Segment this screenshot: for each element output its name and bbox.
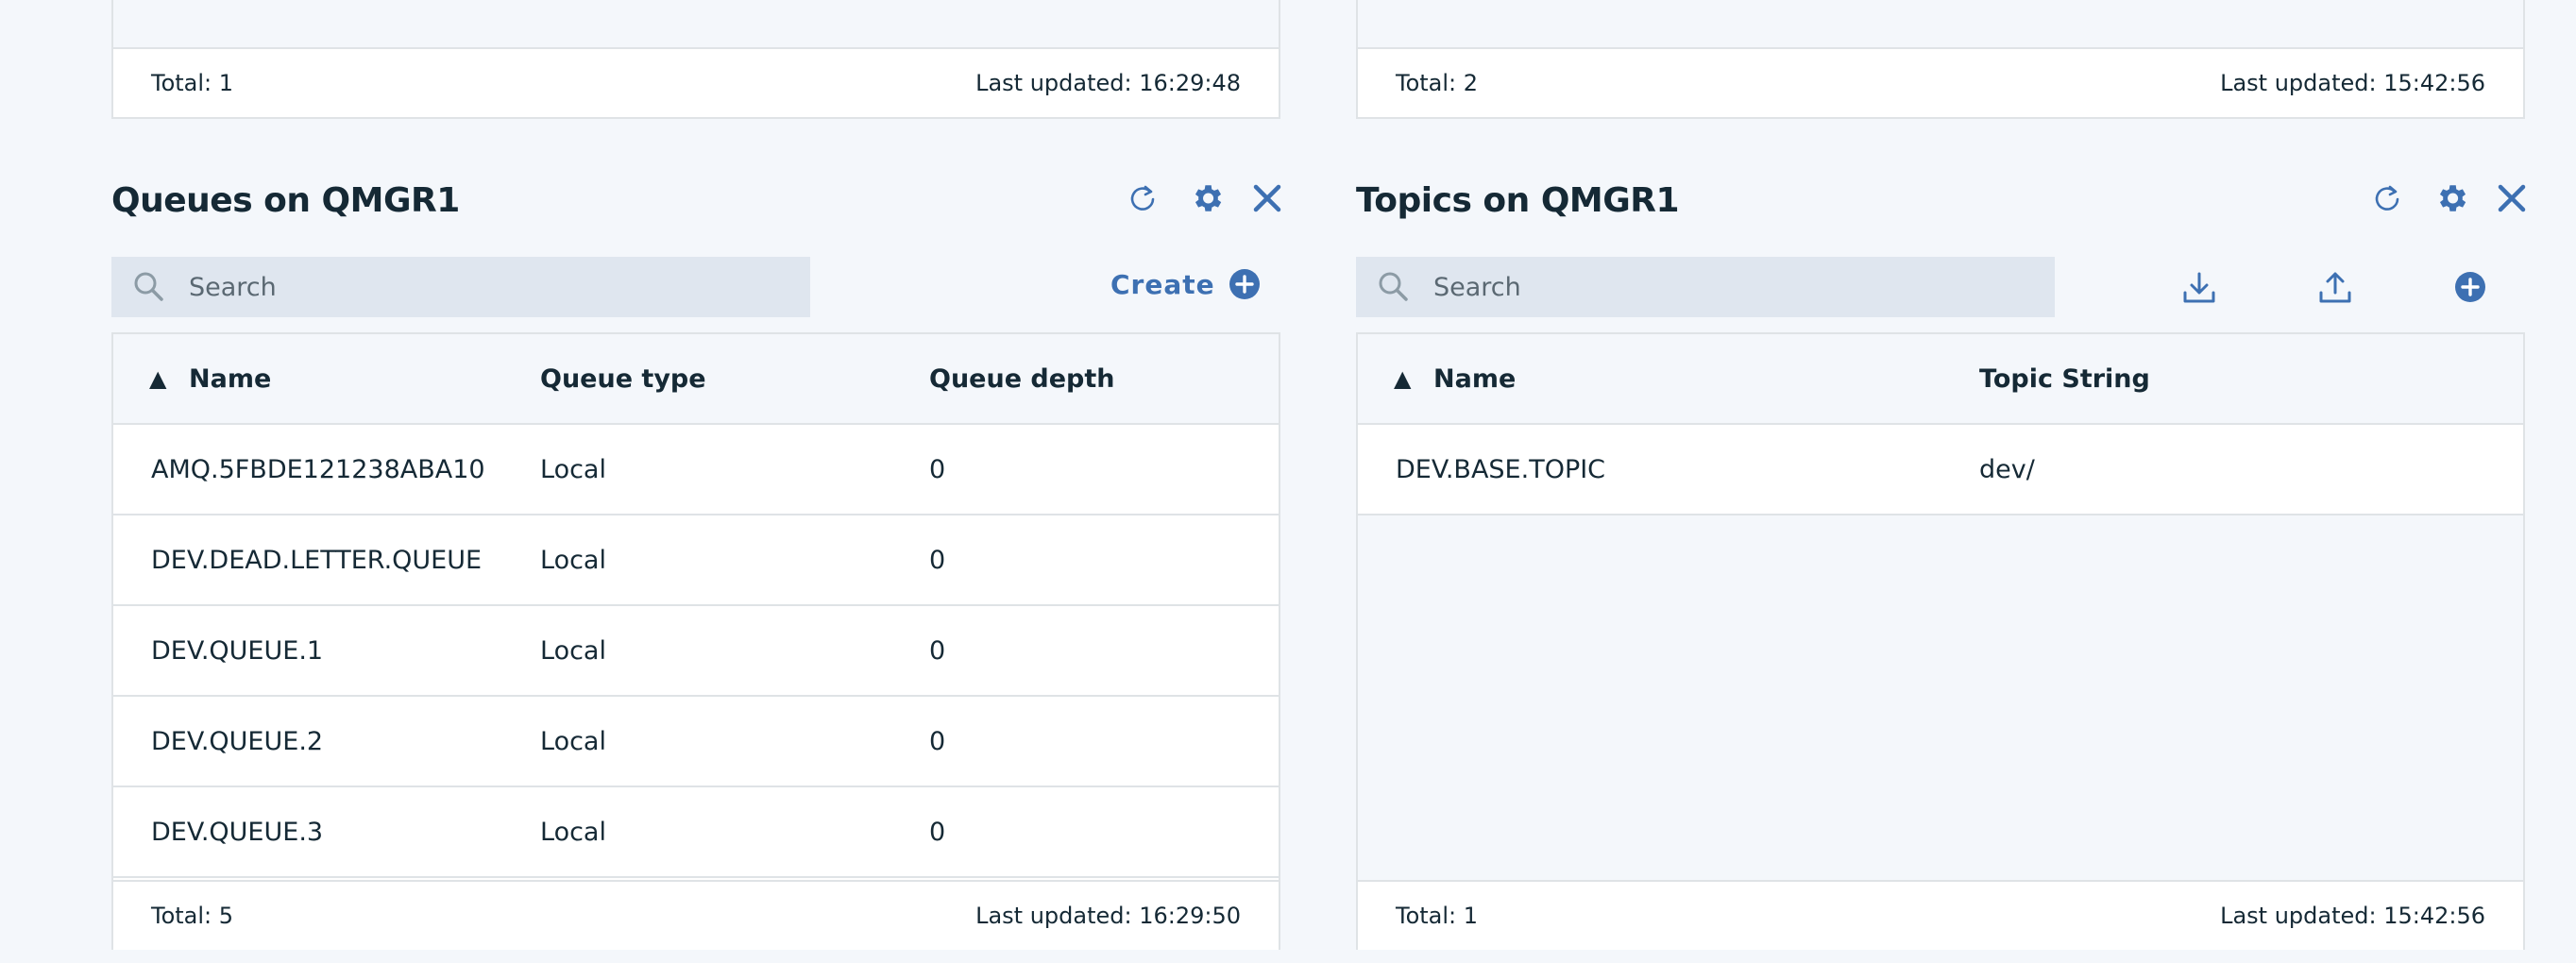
column-header-name[interactable]: Name (1433, 364, 1516, 394)
queue-name: DEV.QUEUE.1 (151, 635, 324, 666)
topic-string: dev/ (1979, 454, 2035, 484)
table-header: ▲ Name Topic String (1358, 334, 2523, 425)
queue-type: Local (540, 726, 606, 756)
topics-panel: Topics on QMGR1 Search ▲ Name Topic Stri… (1356, 170, 2526, 963)
queue-name: DEV.QUEUE.2 (151, 726, 324, 756)
last-updated: Last updated: 15:42:56 (2220, 903, 2485, 929)
table-row[interactable]: DEV.QUEUE.3 Local 0 (113, 787, 1279, 878)
refresh-icon (2375, 185, 2399, 211)
close-icon (2498, 184, 2526, 212)
total-count: Total: 2 (1396, 70, 1479, 96)
panel-footer: Total: 1 Last updated: 15:42:56 (1358, 880, 2523, 950)
queue-type: Local (540, 454, 606, 484)
column-header-topic-string[interactable]: Topic String (1979, 364, 2150, 394)
search-icon (1379, 272, 1408, 301)
queue-name: DEV.QUEUE.3 (151, 817, 324, 847)
close-button[interactable] (1246, 177, 1288, 219)
queue-depth: 0 (929, 635, 946, 666)
create-label: Create (1110, 268, 1215, 300)
table-row[interactable]: DEV.QUEUE.1 Local 0 (113, 606, 1279, 697)
table-body-empty (113, 0, 1279, 47)
table-body-empty (1358, 0, 2523, 47)
close-icon (1253, 184, 1281, 212)
sort-ascending-icon[interactable]: ▲ (149, 365, 166, 392)
column-header-name[interactable]: Name (189, 364, 271, 394)
gear-icon (1195, 185, 1222, 211)
panel-footer: Total: 2 Last updated: 15:42:56 (1358, 47, 2523, 117)
close-button[interactable] (2491, 177, 2533, 219)
create-button[interactable]: Create (1110, 268, 1261, 300)
total-count: Total: 1 (1396, 903, 1479, 929)
queue-type: Local (540, 635, 606, 666)
table-row[interactable]: AMQ.5FBDE121238ABA10 Local 0 (113, 425, 1279, 515)
add-circle-icon (2455, 272, 2485, 302)
settings-button[interactable] (1186, 177, 1228, 219)
queue-depth: 0 (929, 817, 946, 847)
table-row[interactable]: DEV.DEAD.LETTER.QUEUE Local 0 (113, 515, 1279, 606)
total-count: Total: 1 (151, 70, 234, 96)
column-header-queue-type[interactable]: Queue type (540, 364, 706, 394)
refresh-button[interactable] (1124, 179, 1161, 217)
upload-icon (2319, 272, 2351, 303)
total-count: Total: 5 (151, 903, 234, 929)
column-header-queue-depth[interactable]: Queue depth (929, 364, 1115, 394)
last-updated: Last updated: 16:29:50 (975, 903, 1241, 929)
table-header: ▲ Name Queue type Queue depth (113, 334, 1279, 425)
queues-table: ▲ Name Queue type Queue depth AMQ.5FBDE1… (111, 332, 1280, 950)
refresh-button[interactable] (2368, 179, 2406, 217)
table-row[interactable]: DEV.QUEUE.2 Local 0 (113, 697, 1279, 787)
add-topic-button[interactable] (2451, 268, 2489, 306)
last-updated: Last updated: 15:42:56 (2220, 70, 2485, 96)
last-updated: Last updated: 16:29:48 (975, 70, 1241, 96)
panel-title: Topics on QMGR1 (1356, 181, 1680, 220)
panel-footer: Total: 1 Last updated: 16:29:48 (113, 47, 1279, 117)
topics-table: ▲ Name Topic String DEV.BASE.TOPIC dev/ … (1356, 332, 2525, 950)
download-button[interactable] (2178, 266, 2221, 310)
add-circle-icon (1229, 269, 1260, 299)
queue-type: Local (540, 545, 606, 575)
search-box[interactable] (1356, 257, 2055, 317)
sort-ascending-icon[interactable]: ▲ (1394, 365, 1411, 392)
top-left-panel: Total: 1 Last updated: 16:29:48 (111, 0, 1280, 119)
queue-name: AMQ.5FBDE121238ABA10 (151, 454, 485, 484)
panel-footer: Total: 5 Last updated: 16:29:50 (113, 880, 1279, 950)
download-icon (2183, 272, 2215, 303)
search-box[interactable] (111, 257, 810, 317)
queue-name: DEV.DEAD.LETTER.QUEUE (151, 545, 483, 575)
top-right-panel: Total: 2 Last updated: 15:42:56 (1356, 0, 2525, 119)
topic-name: DEV.BASE.TOPIC (1396, 454, 1606, 484)
panel-title: Queues on QMGR1 (111, 181, 460, 220)
upload-button[interactable] (2313, 266, 2357, 310)
queue-type: Local (540, 817, 606, 847)
refresh-icon (1130, 185, 1155, 211)
queue-depth: 0 (929, 726, 946, 756)
queue-depth: 0 (929, 454, 946, 484)
queues-panel: Queues on QMGR1 Create ▲ (111, 170, 1281, 963)
search-input[interactable] (187, 271, 795, 303)
search-input[interactable] (1432, 271, 2040, 303)
settings-button[interactable] (2431, 177, 2472, 219)
gear-icon (2439, 185, 2466, 211)
queue-depth: 0 (929, 545, 946, 575)
search-icon (134, 272, 163, 301)
table-row[interactable]: DEV.BASE.TOPIC dev/ (1358, 425, 2523, 515)
